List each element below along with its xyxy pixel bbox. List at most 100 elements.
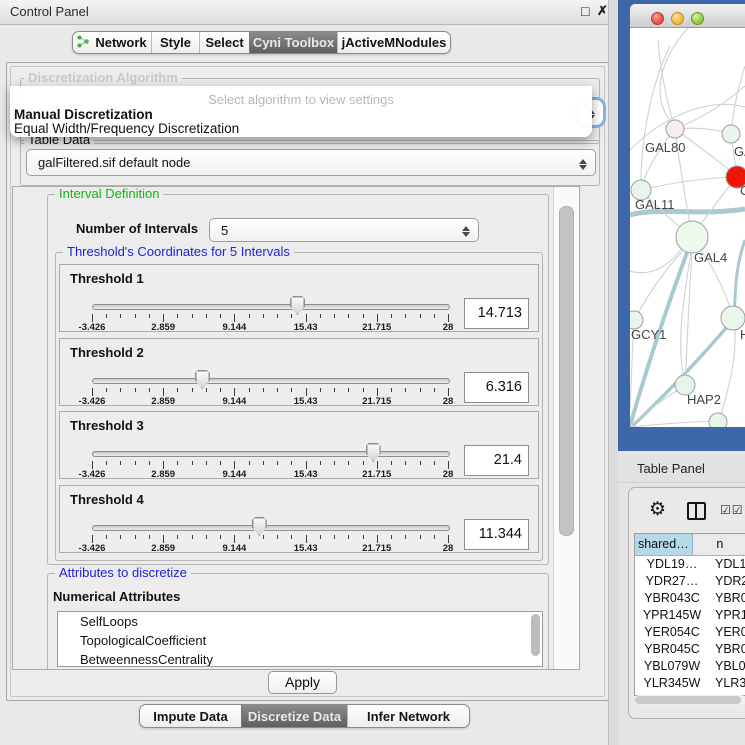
minor-tick (120, 388, 121, 392)
checkbox-icons[interactable]: ☑☑ (720, 503, 744, 517)
threshold-value-field[interactable]: 6.316 (464, 372, 529, 403)
major-tick (92, 314, 93, 322)
tab-cyni-toolbox[interactable]: Cyni Toolbox (249, 32, 337, 53)
minor-tick (135, 388, 136, 392)
tab-network[interactable]: Network (73, 32, 151, 53)
threshold-label: Threshold 1 (70, 271, 144, 286)
slider-handle[interactable] (195, 370, 210, 389)
algorithm-placeholder-option[interactable]: Select algorithm to view settings (10, 92, 592, 107)
tick-label: 28 (443, 469, 454, 480)
table-row[interactable]: YLR345WYLR3 (635, 675, 745, 692)
algorithm-dropdown-popup: Select algorithm to view settings Manual… (10, 86, 592, 137)
table-hscrollbar-track[interactable] (634, 695, 745, 705)
numerical-attributes-label: Numerical Attributes (53, 589, 180, 604)
algorithm-option-equal-width[interactable]: Equal Width/Frequency Discretization (14, 121, 239, 136)
tick-label: -3.426 (79, 322, 106, 333)
float-icon[interactable]: □ (581, 3, 589, 19)
network-node-label: GAL11 (635, 197, 675, 212)
split-pane-icon[interactable] (687, 502, 706, 520)
network-canvas[interactable]: GAL80GACGAL11GAL4GCY1HHAP2 (630, 28, 745, 427)
minimize-traffic-light-icon[interactable] (671, 12, 684, 25)
tab-select[interactable]: Select (199, 32, 249, 53)
algorithm-option-manual[interactable]: Manual Discretization (14, 107, 153, 122)
table-row[interactable]: YDR27…YDR2 (635, 573, 745, 590)
network-edge[interactable] (641, 177, 733, 190)
major-tick (448, 535, 449, 543)
tab-impute-data[interactable]: Impute Data (140, 705, 241, 727)
apply-button[interactable]: Apply (268, 671, 337, 694)
cell-shared-name: YER054C (635, 624, 709, 641)
cell-shared-name: YPR145W (635, 607, 709, 624)
gear-icon[interactable]: ⚙ (649, 498, 666, 521)
table-row[interactable]: YPR145WYPR1 (635, 607, 745, 624)
major-tick (306, 314, 307, 322)
network-edge-highlighted[interactable] (734, 240, 745, 314)
network-edge[interactable] (641, 46, 670, 189)
network-edge[interactable] (660, 28, 688, 123)
network-edge[interactable] (720, 321, 735, 419)
network-node-gal80[interactable] (666, 120, 684, 138)
network-node-ga[interactable] (722, 125, 740, 143)
network-node-label: GAL80 (645, 140, 685, 155)
attribute-item-betweennesscentrality[interactable]: BetweennessCentrality (58, 650, 542, 667)
major-tick (234, 461, 235, 469)
minor-tick (206, 461, 207, 465)
table-row[interactable]: YBR045CYBR0 (635, 641, 745, 658)
slider-handle[interactable] (290, 296, 305, 315)
table-hscrollbar-thumb[interactable] (635, 696, 741, 704)
network-node-clipped[interactable] (709, 413, 727, 427)
network-edge[interactable] (630, 243, 686, 273)
minor-tick (363, 461, 364, 465)
table-data-combobox[interactable]: galFiltered.sif default node (26, 149, 596, 176)
close-icon[interactable]: ✗ (597, 3, 608, 19)
table-row[interactable]: YBL079WYBL0 (635, 658, 745, 675)
zoom-traffic-light-icon[interactable] (691, 12, 704, 25)
slider-track[interactable] (92, 378, 450, 384)
table-row[interactable]: YDL19…YDL1 (635, 556, 745, 573)
slider-track[interactable] (92, 525, 450, 531)
minor-tick (120, 461, 121, 465)
minor-tick (177, 461, 178, 465)
table-row[interactable]: YER054CYER0 (635, 624, 745, 641)
column-header-name[interactable]: n (693, 534, 745, 555)
attribute-item-topologicalcoefficient[interactable]: TopologicalCoefficient (58, 631, 542, 650)
threshold-value-field[interactable]: 11.344 (464, 519, 529, 550)
tab-discretize-data[interactable]: Discretize Data (241, 705, 347, 727)
settings-scrollbar-thumb[interactable] (559, 206, 574, 536)
settings-scroll-viewport: Interval Definition Number of Intervals … (12, 186, 580, 670)
major-tick (306, 388, 307, 396)
attribute-item-selfloops[interactable]: SelfLoops (58, 612, 542, 631)
tick-label: 28 (443, 322, 454, 333)
tab-jactivemnodules[interactable]: jActiveMNodules (337, 32, 450, 53)
minor-tick (291, 535, 292, 539)
slider-tick-labels: -3.4262.8599.14415.4321.71528 (92, 396, 448, 406)
tick-label: 9.144 (223, 543, 247, 554)
tab-style[interactable]: Style (151, 32, 199, 53)
slider-track[interactable] (92, 451, 450, 457)
threshold-value-field[interactable]: 21.4 (464, 445, 529, 476)
network-edge[interactable] (630, 421, 715, 427)
tick-label: 9.144 (223, 469, 247, 480)
slider-handle[interactable] (252, 517, 267, 536)
tick-label: 21.715 (362, 322, 391, 333)
table-row[interactable]: YBR043CYBR0 (635, 590, 745, 607)
network-window-titlebar[interactable] (630, 4, 745, 28)
number-of-intervals-combobox[interactable]: 5 (209, 218, 479, 242)
threshold-value-field[interactable]: 14.713 (464, 298, 529, 329)
tab-label: Style (160, 35, 191, 50)
slider-track[interactable] (92, 304, 450, 310)
slider-handle[interactable] (366, 443, 381, 462)
network-node-gal4[interactable] (676, 221, 708, 253)
minor-tick (434, 388, 435, 392)
list-scrollbar-thumb[interactable] (531, 614, 540, 656)
tick-label: 15.43 (294, 469, 318, 480)
column-header-shared-name[interactable]: shared… (635, 534, 693, 555)
major-tick (234, 388, 235, 396)
close-traffic-light-icon[interactable] (651, 12, 664, 25)
minor-tick (106, 388, 107, 392)
network-edge[interactable] (731, 66, 745, 132)
tab-infer-network[interactable]: Infer Network (347, 705, 469, 727)
numerical-attributes-list[interactable]: SelfLoopsTopologicalCoefficientBetweenne… (57, 611, 543, 667)
table-panel-body: ⚙ ☑☑ shared… n YDL19…YDL1YDR27…YDR2YBR04… (628, 487, 745, 719)
network-edge[interactable] (641, 129, 675, 188)
